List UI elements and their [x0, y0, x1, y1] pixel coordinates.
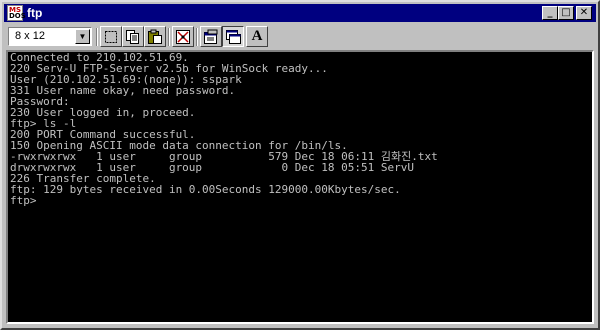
minimize-button[interactable]: _ — [542, 6, 558, 20]
toolbar: 8 x 12 ▼ A — [4, 24, 596, 50]
close-button[interactable]: ✕ — [576, 6, 592, 20]
copy-button[interactable] — [122, 26, 144, 47]
font-icon: A — [251, 28, 263, 44]
toolbar-separator — [196, 28, 198, 46]
properties-icon — [204, 29, 218, 44]
fullscreen-button[interactable] — [172, 26, 194, 47]
copy-icon — [126, 29, 139, 44]
console-line: ftp> — [10, 194, 37, 207]
mark-button[interactable] — [100, 26, 122, 47]
chevron-down-icon[interactable]: ▼ — [75, 29, 90, 44]
ftp-console-window: MS DOS ftp _ □ ✕ 8 x 12 ▼ A Connected to… — [0, 0, 600, 330]
maximize-button[interactable]: □ — [558, 6, 574, 20]
background-button[interactable] — [222, 26, 244, 47]
mark-icon — [105, 30, 117, 43]
console-text: Connected to 210.102.51.69. 220 Serv-U FT… — [8, 52, 592, 206]
title-bar[interactable]: MS DOS ftp _ □ ✕ — [4, 4, 596, 22]
window-title: ftp — [27, 6, 43, 20]
console-line: 230 User logged in, proceed. — [10, 106, 196, 119]
icon-text-bottom: DOS — [9, 12, 26, 20]
paste-button[interactable] — [144, 26, 166, 47]
msdos-app-icon[interactable]: MS DOS — [7, 5, 26, 21]
toolbar-separator — [96, 28, 98, 46]
console-line: ftp: 129 bytes received in 0.00Seconds 1… — [10, 183, 401, 196]
font-button[interactable]: A — [246, 26, 268, 47]
font-size-select[interactable]: 8 x 12 ▼ — [8, 27, 92, 46]
fullscreen-icon — [176, 29, 190, 44]
console-output[interactable]: Connected to 210.102.51.69. 220 Serv-U FT… — [6, 50, 594, 324]
background-icon — [226, 29, 241, 44]
font-size-value: 8 x 12 — [15, 30, 45, 42]
properties-button[interactable] — [200, 26, 222, 47]
paste-icon — [148, 29, 162, 44]
console-line: 331 User name okay, need password. — [10, 84, 236, 97]
toolbar-separator — [168, 28, 170, 46]
